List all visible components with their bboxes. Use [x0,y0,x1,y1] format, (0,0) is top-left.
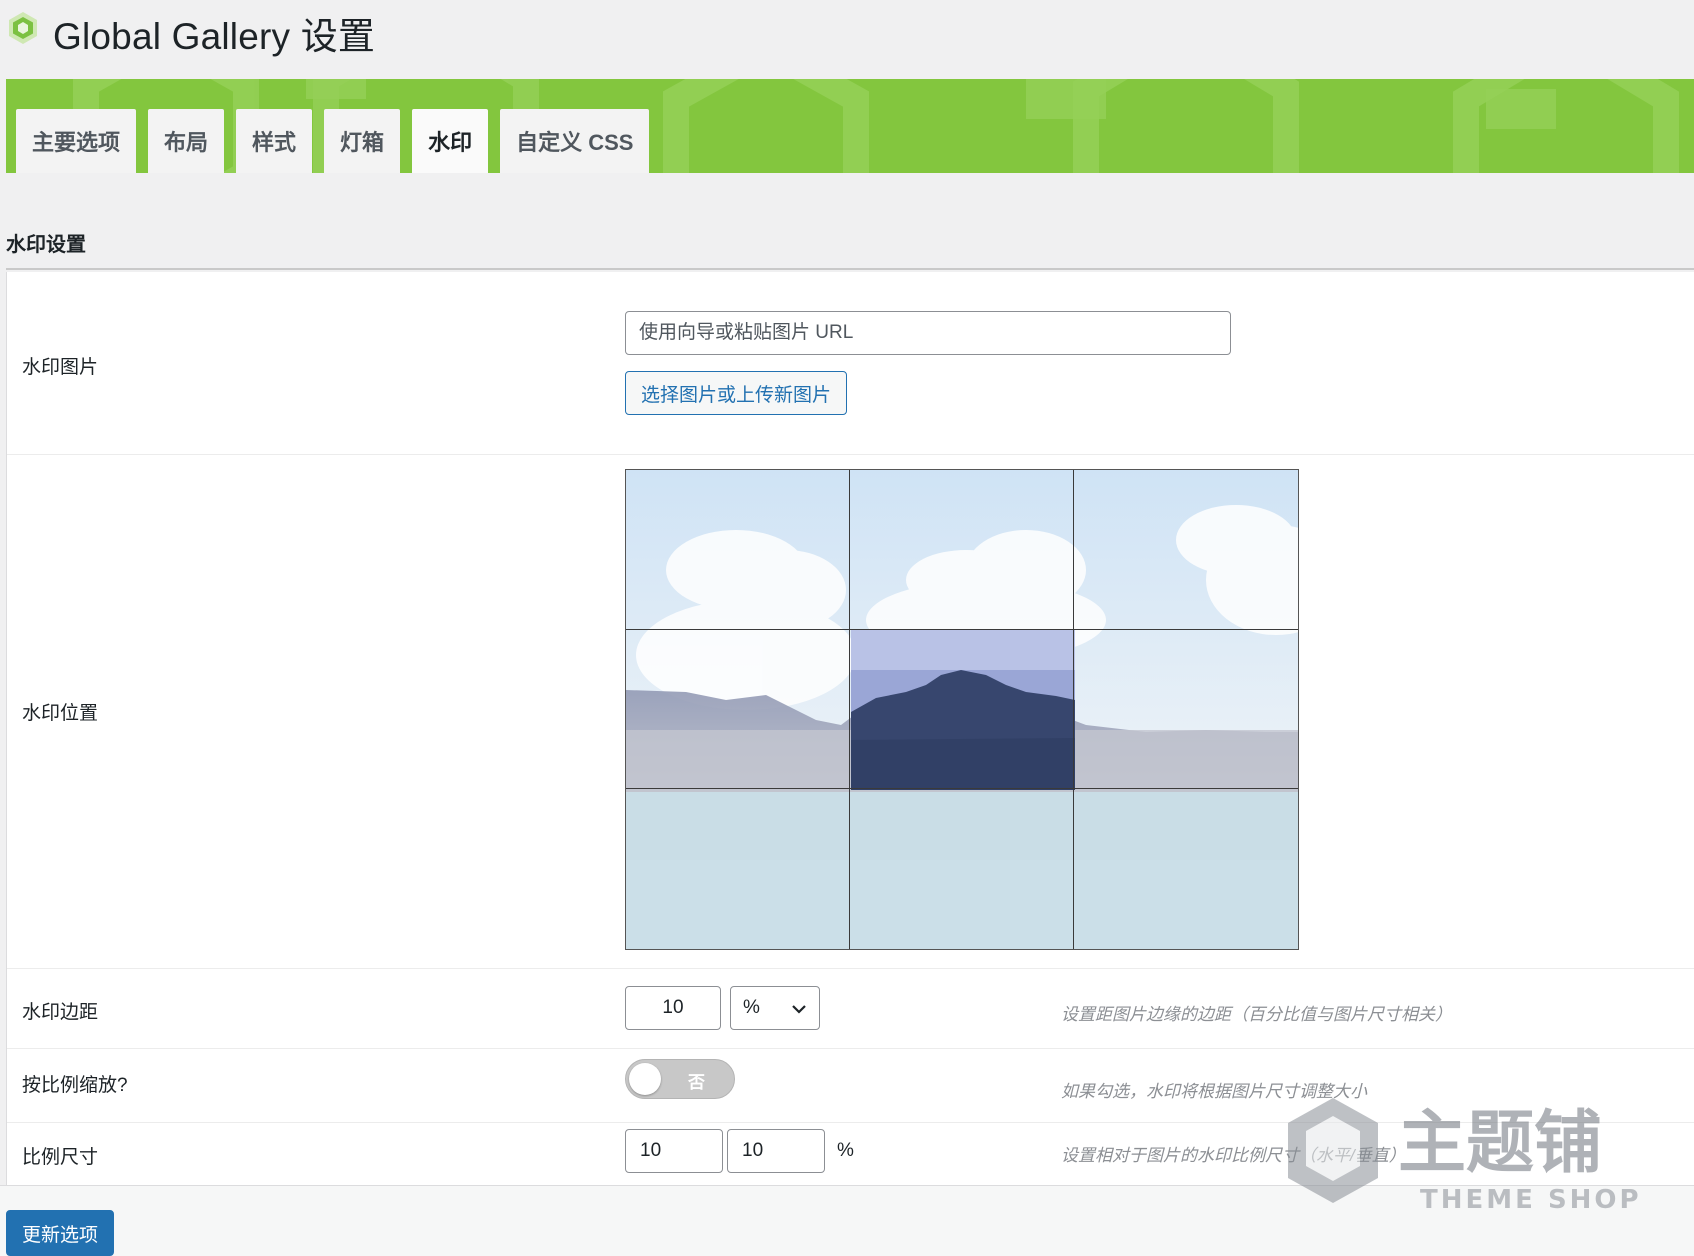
settings-panel: 水印图片 选择图片或上传新图片 水印位置 [6,272,1694,1185]
watermark-text-en: THEME SHOP [1420,1185,1642,1215]
chevron-down-icon [792,1005,806,1014]
proportional-scale-label: 按比例缩放? [22,1075,128,1096]
tab-banner: 主要选项 布局 样式 灯箱 水印 自定义 CSS [6,79,1694,173]
theme-shop-watermark: 主题铺 THEME SHOP [1288,1098,1642,1215]
row-divider [7,454,1694,455]
tab-main-options[interactable]: 主要选项 [16,109,137,173]
watermark-position-grid [625,469,1299,950]
proportional-size-label: 比例尺寸 [22,1147,99,1168]
margin-hint: 设置距图片边缘的边距（百分比值与图片尺寸相关） [1061,1005,1452,1024]
position-cell-bottom-left[interactable] [626,789,850,949]
position-cell-top-center[interactable] [850,470,1074,630]
position-cells [626,470,1298,949]
watermark-image-label: 水印图片 [22,357,99,378]
row-divider [7,968,1694,969]
position-cell-bottom-right[interactable] [1074,789,1298,949]
position-cell-middle-right[interactable] [1074,630,1298,790]
position-cell-bottom-center[interactable] [850,789,1074,949]
tab-custom-css[interactable]: 自定义 CSS [500,109,650,173]
margin-unit-select[interactable]: % [730,986,820,1030]
page-header: Global Gallery 设置 [0,0,1694,78]
tab-lightbox[interactable]: 灯箱 [324,109,401,173]
size-unit: % [837,1140,854,1161]
position-cell-top-right[interactable] [1074,470,1298,630]
tab-watermark[interactable]: 水印 [412,109,489,173]
proportional-scale-toggle[interactable]: 否 [625,1059,735,1099]
watermark-text-cn: 主题铺 [1398,1104,1602,1183]
margin-unit-value: % [743,997,760,1018]
toggle-knob [629,1063,661,1095]
tab-style[interactable]: 样式 [236,109,313,173]
row-divider [7,1048,1694,1049]
size-vertical-input[interactable] [727,1129,825,1173]
tab-layout[interactable]: 布局 [148,109,225,173]
select-image-button[interactable]: 选择图片或上传新图片 [625,371,848,415]
watermark-url-input[interactable] [625,311,1231,355]
position-cell-middle-left[interactable] [626,629,850,790]
hexagon-logo-icon [9,12,37,44]
toggle-state-label: 否 [688,1073,705,1092]
watermark-position-label: 水印位置 [22,703,99,724]
update-options-button[interactable]: 更新选项 [6,1210,115,1256]
watermark-margin-label: 水印边距 [22,1002,99,1023]
section-title: 水印设置 [6,234,86,256]
section-divider [6,268,1694,270]
tab-bar: 主要选项 布局 样式 灯箱 水印 自定义 CSS [16,109,650,173]
size-horizontal-input[interactable] [625,1129,723,1173]
position-cell-middle-center[interactable] [850,629,1074,790]
margin-input[interactable] [625,986,721,1030]
page-title: Global Gallery 设置 [53,16,376,57]
position-cell-top-left[interactable] [626,470,850,630]
